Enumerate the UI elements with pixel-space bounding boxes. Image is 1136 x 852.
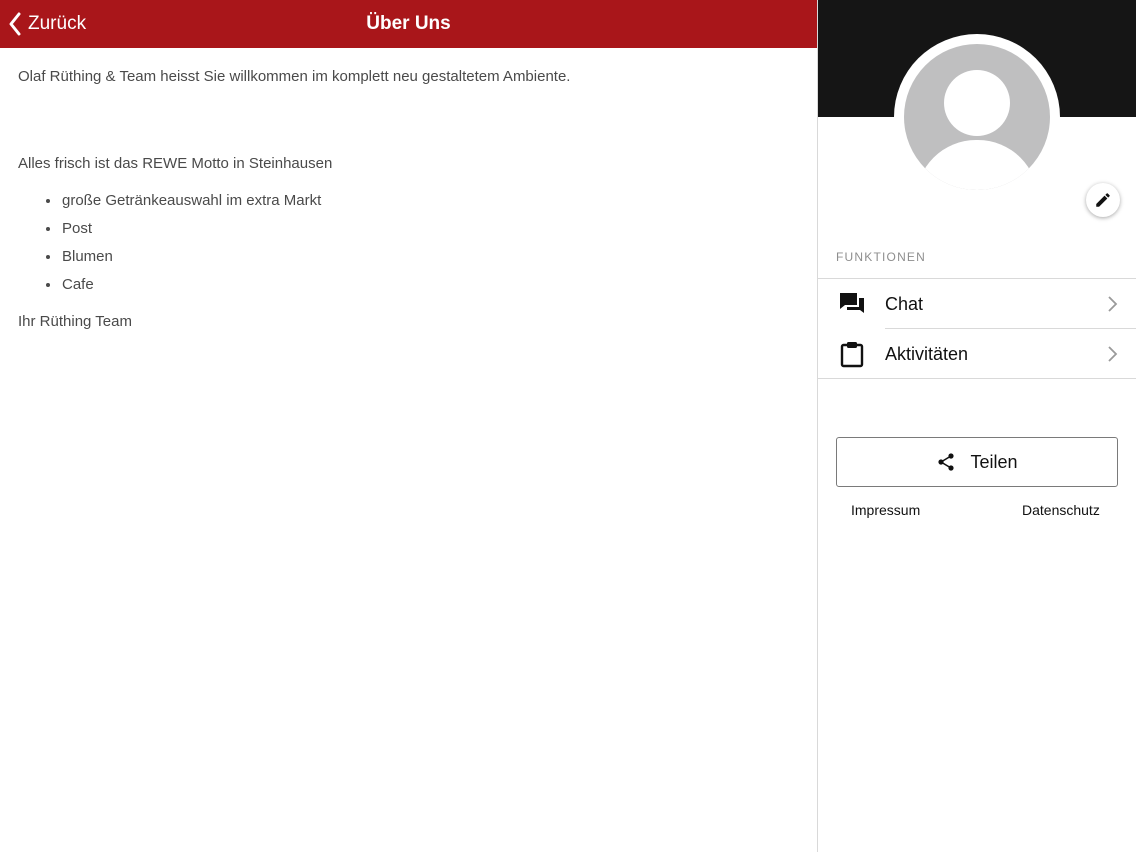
main-pane: Über Uns Zurück Olaf Rüthing & Team heis…: [0, 0, 817, 852]
share-label: Teilen: [970, 451, 1018, 472]
edit-avatar-button[interactable]: [1086, 183, 1120, 217]
page-title: Über Uns: [366, 13, 451, 34]
datenschutz-link[interactable]: Datenschutz: [1022, 502, 1100, 518]
chevron-left-icon: [9, 12, 21, 36]
avatar[interactable]: [904, 44, 1050, 190]
share-button[interactable]: Teilen: [836, 437, 1118, 487]
impressum-link[interactable]: Impressum: [851, 502, 920, 518]
list-item: Cafe: [46, 271, 798, 299]
section-label-funktionen: FUNKTIONEN: [836, 250, 926, 264]
clipboard-icon: [838, 340, 866, 368]
menu-item-aktivitaeten[interactable]: Aktivitäten: [818, 329, 1136, 379]
back-button[interactable]: Zurück: [8, 11, 86, 37]
share-icon: [938, 453, 955, 471]
pencil-icon: [1096, 193, 1110, 207]
services-list: große Getränkeauswahl im extra Markt Pos…: [46, 187, 798, 299]
chevron-right-icon: [1108, 296, 1118, 312]
back-label: Zurück: [28, 13, 87, 34]
chevron-right-icon: [1108, 346, 1118, 362]
avatar-head: [944, 70, 1010, 136]
section-divider: [818, 378, 1136, 379]
menu-item-label: Chat: [885, 293, 924, 314]
avatar-frame: [894, 34, 1120, 217]
motto-text: Alles frisch ist das REWE Motto in Stein…: [18, 155, 333, 172]
menu-item-label: Aktivitäten: [885, 343, 969, 364]
list-item: Post: [46, 215, 798, 243]
signature-text: Ihr Rüthing Team: [18, 313, 132, 330]
avatar-shoulders: [916, 140, 1038, 190]
welcome-text: Olaf Rüthing & Team heisst Sie willkomme…: [18, 68, 571, 85]
menu-item-chat[interactable]: Chat: [818, 279, 1136, 329]
top-bar: Über Uns Zurück: [0, 0, 817, 48]
list-item: große Getränkeauswahl im extra Markt: [46, 187, 798, 215]
chat-icon: [838, 290, 866, 318]
list-item: Blumen: [46, 243, 798, 271]
about-content: Olaf Rüthing & Team heisst Sie willkomme…: [18, 66, 798, 333]
sidebar: FUNKTIONEN Chat Aktivitäten Teilen Impre…: [818, 0, 1136, 852]
